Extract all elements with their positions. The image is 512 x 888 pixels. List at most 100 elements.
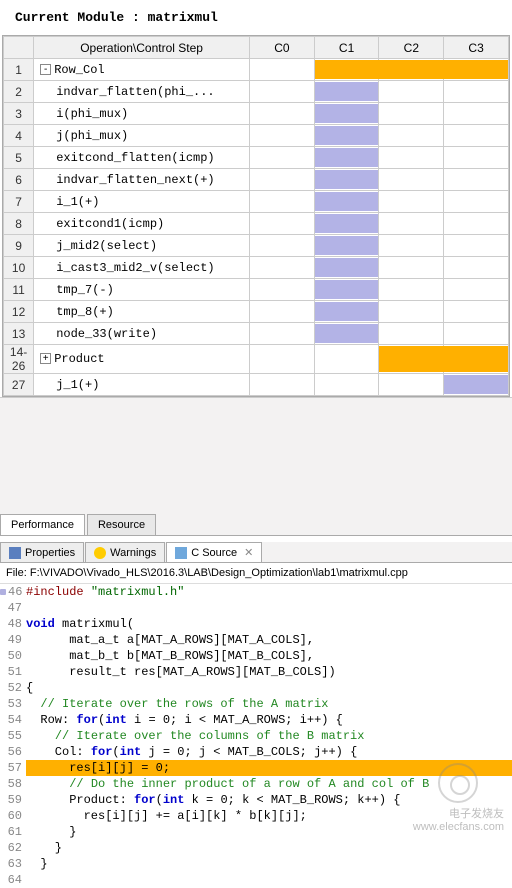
row-number: 5 [4,147,34,169]
state-cell [314,301,379,323]
schedule-bar [315,104,379,123]
state-cell [250,103,315,125]
operation-cell[interactable]: -Row_Col [34,59,250,81]
table-row[interactable]: 8exitcond1(icmp) [4,213,509,235]
operation-cell[interactable]: exitcond_flatten(icmp) [34,147,250,169]
line-num: 64 [0,872,26,888]
operation-cell[interactable]: i(phi_mux) [34,103,250,125]
state-cell [444,374,509,396]
tab-properties-label: Properties [25,547,75,559]
table-row[interactable]: 4j(phi_mux) [4,125,509,147]
lower-tabs: Performance Resource [0,512,512,536]
expand-icon[interactable]: + [40,353,51,364]
close-icon[interactable]: ✕ [244,546,253,559]
state-cell [250,191,315,213]
operation-cell[interactable]: tmp_8(+) [34,301,250,323]
col-c1[interactable]: C1 [314,37,379,59]
schedule-bar [315,280,379,299]
state-cell [250,169,315,191]
tab-performance[interactable]: Performance [0,514,85,535]
operation-cell[interactable]: i_cast3_mid2_v(select) [34,257,250,279]
line-num: 48 [0,616,26,632]
state-cell [379,81,444,103]
tab-warnings-label: Warnings [110,547,156,559]
code-text: Col: for(int j = 0; j < MAT_B_COLS; j++)… [26,744,512,760]
line-num: 63 [0,856,26,872]
operation-cell[interactable]: exitcond1(icmp) [34,213,250,235]
state-cell [314,147,379,169]
state-cell [444,235,509,257]
operation-cell[interactable]: tmp_7(-) [34,279,250,301]
tab-warnings[interactable]: Warnings [85,542,165,562]
code-text: mat_b_t b[MAT_B_ROWS][MAT_B_COLS], [26,648,512,664]
operation-cell[interactable]: j_1(+) [34,374,250,396]
code-text: mat_a_t a[MAT_A_ROWS][MAT_A_COLS], [26,632,512,648]
line-num: 52 [0,680,26,696]
col-c2[interactable]: C2 [379,37,444,59]
state-cell [379,213,444,235]
tab-c-source[interactable]: C Source✕ [166,542,262,562]
state-cell [314,125,379,147]
schedule-bar [315,82,379,101]
schedule-bar [315,236,379,255]
table-row[interactable]: 12tmp_8(+) [4,301,509,323]
operation-cell[interactable]: indvar_flatten(phi_... [34,81,250,103]
state-cell [379,323,444,345]
state-cell [444,147,509,169]
operation-cell[interactable]: indvar_flatten_next(+) [34,169,250,191]
operation-cell[interactable]: i_1(+) [34,191,250,213]
schedule-bar [444,375,508,394]
tab-resource[interactable]: Resource [87,514,156,535]
state-cell [379,125,444,147]
line-num: 53 [0,696,26,712]
operation-cell[interactable]: node_33(write) [34,323,250,345]
operation-label: tmp_8(+) [56,305,114,319]
row-number: 6 [4,169,34,191]
table-row[interactable]: 13node_33(write) [4,323,509,345]
schedule-bar [315,324,379,343]
table-row[interactable]: 6indvar_flatten_next(+) [4,169,509,191]
schedule-bar [315,126,379,145]
schedule-bar [315,148,379,167]
operation-label: Row_Col [54,63,104,77]
state-cell [444,323,509,345]
state-cell [444,191,509,213]
table-row[interactable]: 2indvar_flatten(phi_... [4,81,509,103]
operation-cell[interactable]: +Product [34,345,250,374]
table-row[interactable]: 5exitcond_flatten(icmp) [4,147,509,169]
state-cell [379,345,444,374]
row-number: 7 [4,191,34,213]
operation-cell[interactable]: j_mid2(select) [34,235,250,257]
code-editor[interactable]: 46#include "matrixmul.h" 47 48void matri… [0,584,512,888]
row-number: 8 [4,213,34,235]
table-row[interactable]: 1-Row_Col [4,59,509,81]
blank-area [0,397,512,512]
table-row[interactable]: 14-26+Product [4,345,509,374]
code-text-highlighted: res[i][j] = 0; [26,760,512,776]
table-row[interactable]: 10i_cast3_mid2_v(select) [4,257,509,279]
operation-cell[interactable]: j(phi_mux) [34,125,250,147]
state-cell [250,374,315,396]
table-row[interactable]: 7i_1(+) [4,191,509,213]
code-text [26,600,512,616]
operation-label: j_mid2(select) [56,239,157,253]
col-operation[interactable]: Operation\Control Step [34,37,250,59]
operation-label: Product [54,352,104,366]
col-c3[interactable]: C3 [444,37,509,59]
code-text: // Iterate over the columns of the B mat… [26,728,512,744]
row-number: 14-26 [4,345,34,374]
col-rownum [4,37,34,59]
state-cell [379,103,444,125]
col-c0[interactable]: C0 [250,37,315,59]
table-row[interactable]: 3i(phi_mux) [4,103,509,125]
collapse-icon[interactable]: - [40,64,51,75]
line-num: 60 [0,808,26,824]
tab-properties[interactable]: Properties [0,542,84,562]
table-row[interactable]: 11tmp_7(-) [4,279,509,301]
state-cell [379,374,444,396]
table-row[interactable]: 9j_mid2(select) [4,235,509,257]
schedule-bar [315,170,379,189]
code-text: { [26,680,512,696]
table-row[interactable]: 27j_1(+) [4,374,509,396]
state-cell [379,257,444,279]
